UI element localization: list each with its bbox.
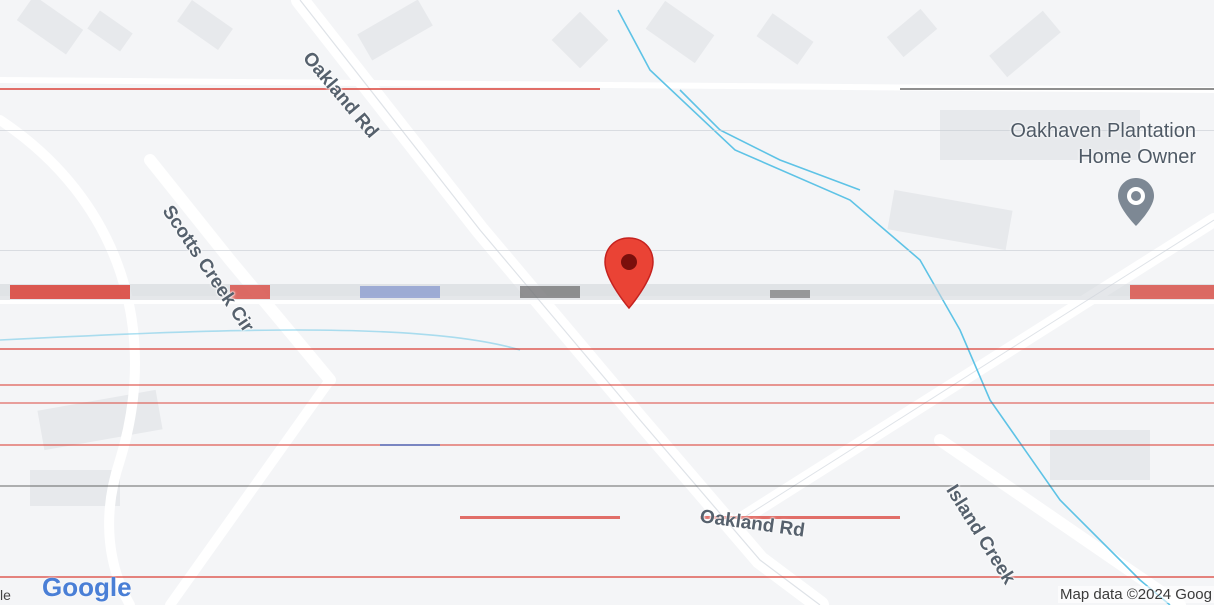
poi-name-line2: Home Owner — [1078, 146, 1196, 168]
poi-marker-icon[interactable] — [1116, 176, 1156, 228]
poi-name-line1: Oakhaven Plantation — [1010, 120, 1196, 142]
google-logo: Google — [42, 572, 132, 602]
location-pin-icon[interactable] — [603, 236, 655, 310]
map-canvas[interactable]: Oakland Rd Scotts Creek Cir Oakland Rd I… — [0, 0, 1214, 605]
map-attribution[interactable]: Map data ©2024 Goog — [1058, 586, 1214, 603]
footer-left-fragment: le — [0, 587, 11, 603]
poi-label[interactable]: Oakhaven Plantation Home Owner — [1010, 118, 1196, 170]
